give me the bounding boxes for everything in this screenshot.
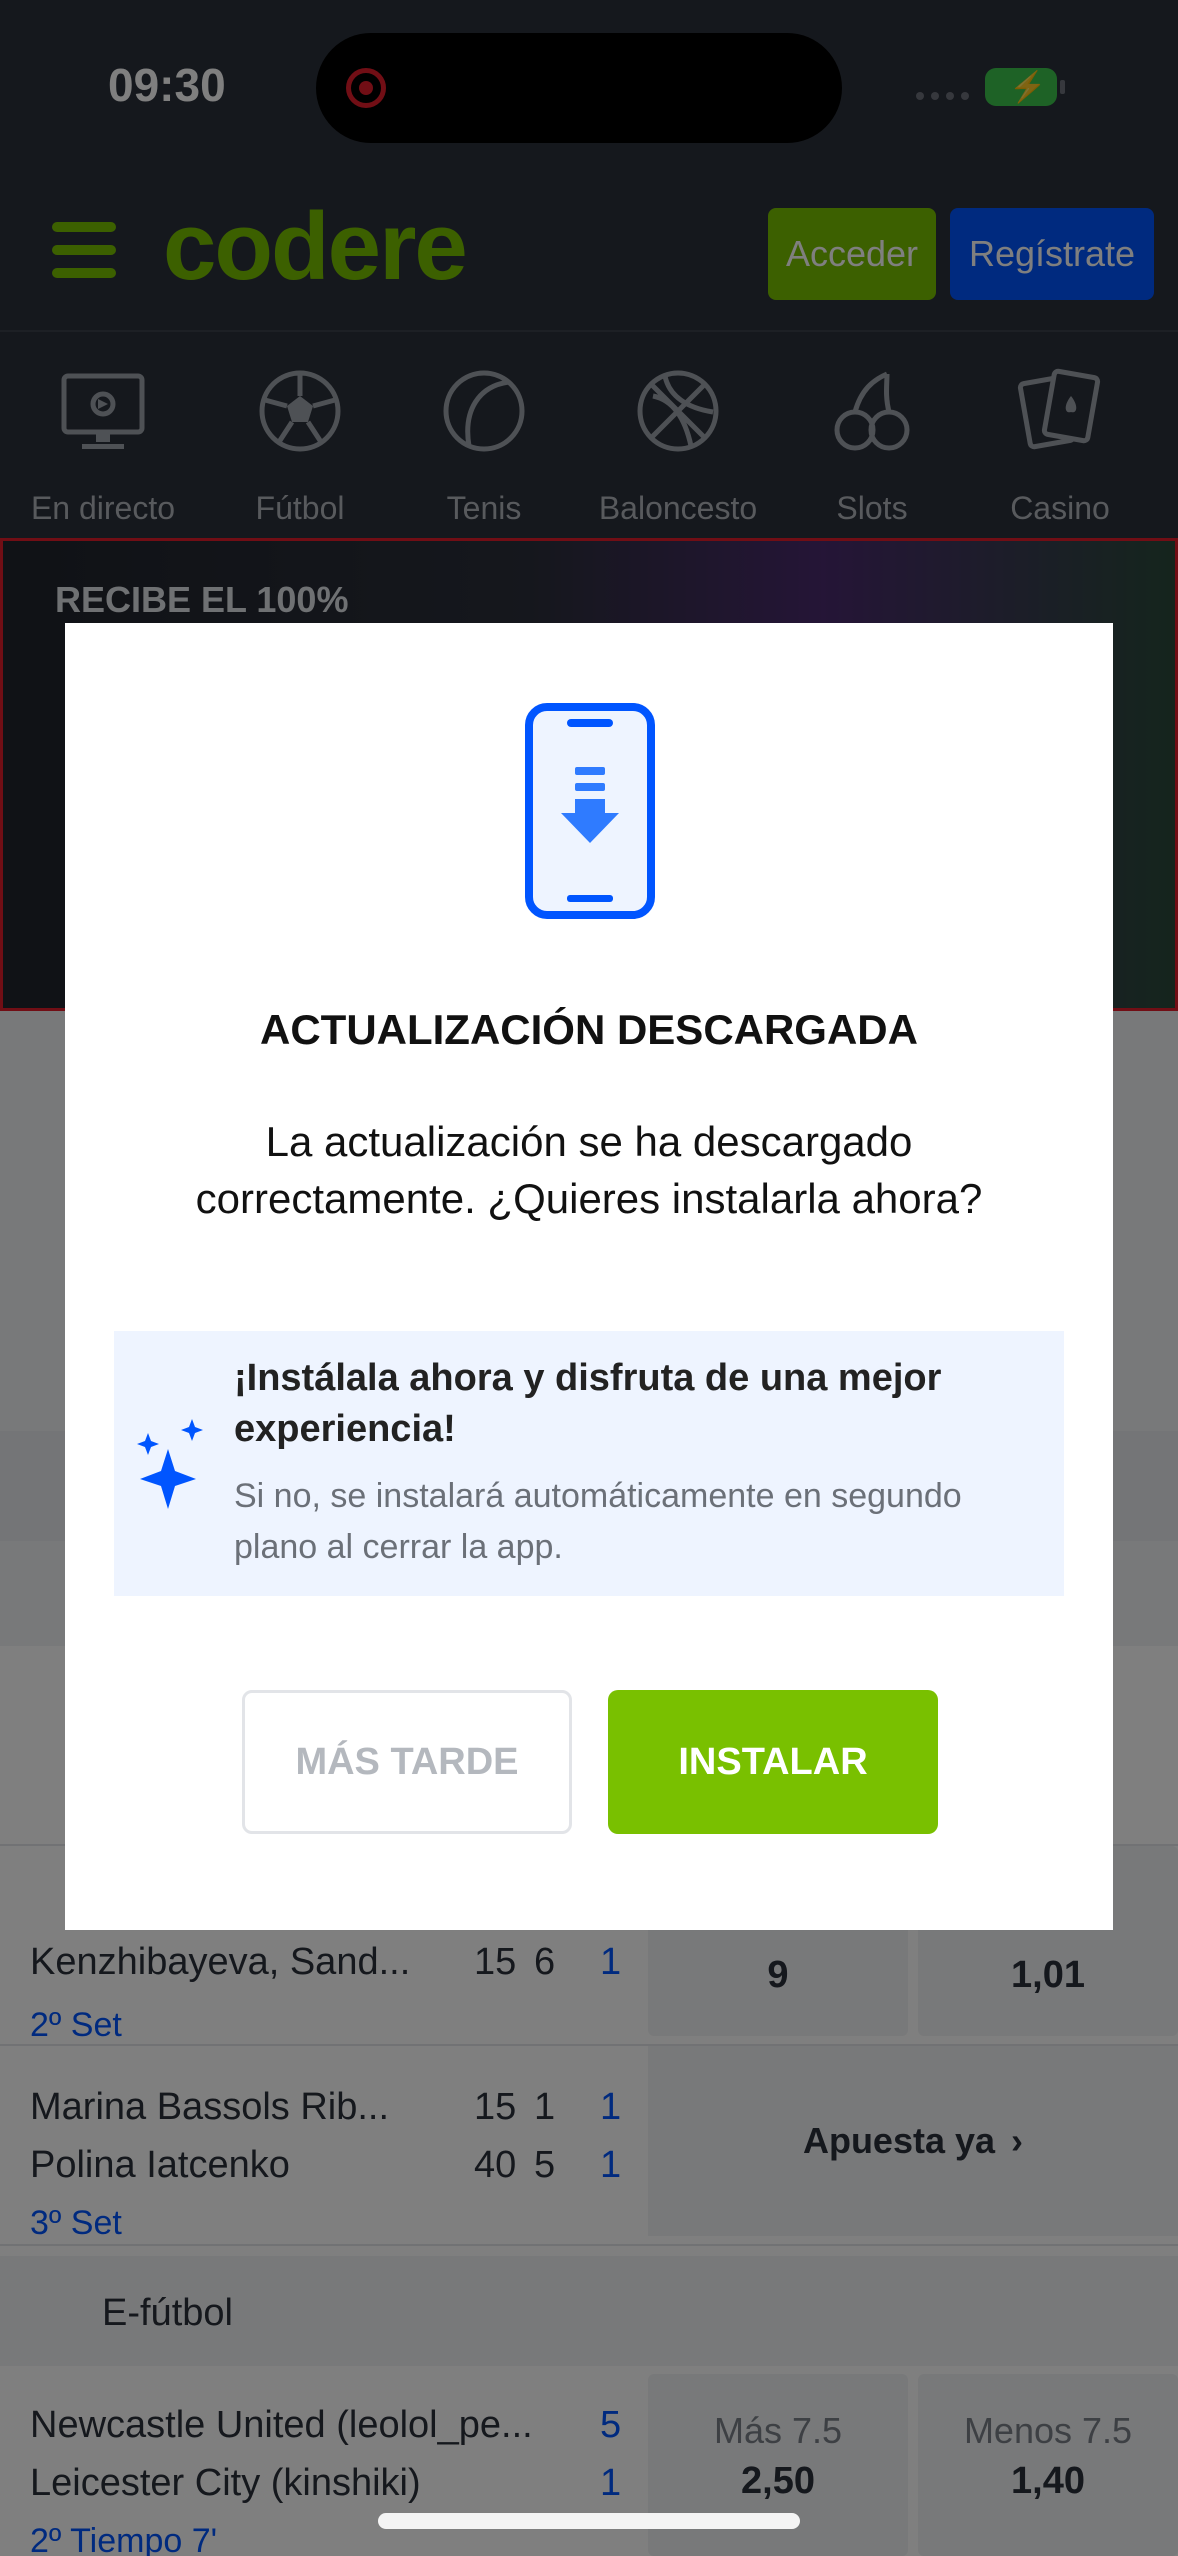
info-callout: ¡Instálala ahora y disfruta de una mejor…: [114, 1331, 1064, 1596]
callout-heading: ¡Instálala ahora y disfruta de una mejor…: [234, 1357, 942, 1450]
dialog-title: ACTUALIZACIÓN DESCARGADA: [260, 1006, 918, 1053]
phone-download-icon: [525, 703, 655, 919]
callout-text: Si no, se instalará automáticamente en s…: [234, 1477, 962, 1566]
install-button[interactable]: INSTALAR: [608, 1690, 938, 1834]
later-button[interactable]: MÁS TARDE: [242, 1690, 572, 1834]
sparkle-icon: [137, 1419, 203, 1509]
home-indicator[interactable]: [378, 2513, 800, 2529]
dialog-message: La actualización se ha descargado correc…: [195, 1118, 983, 1222]
update-dialog: ACTUALIZACIÓN DESCARGADA La actualizació…: [65, 623, 1113, 1930]
